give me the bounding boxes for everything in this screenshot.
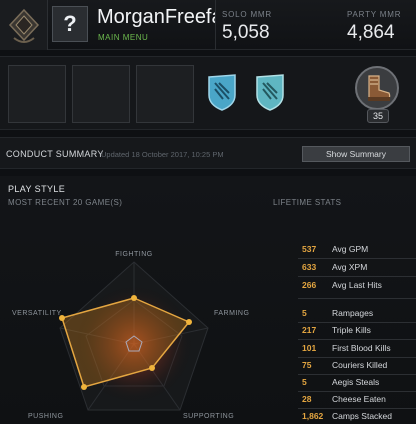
hero-slot-3[interactable] <box>136 65 194 123</box>
radar-point-fighting <box>131 295 137 301</box>
stat-row: 633 Avg XPM <box>296 262 416 275</box>
stat-divider <box>298 408 416 409</box>
party-mmr-value: 4,864 <box>347 22 395 43</box>
stat-divider <box>298 339 416 340</box>
stat-row: 101 First Blood Kills <box>296 343 416 356</box>
main-menu-link[interactable]: MAIN MENU <box>98 33 148 42</box>
stat-value: 75 <box>302 360 312 370</box>
stat-divider <box>298 276 416 277</box>
stat-divider <box>298 391 416 392</box>
shield-icon[interactable] <box>206 73 238 111</box>
stat-value: 217 <box>302 325 317 335</box>
conduct-updated-timestamp: Updated 18 October 2017, 10:25 PM <box>101 150 224 159</box>
radar-axis-supporting: SUPPORTING <box>183 413 234 420</box>
conduct-summary-bar: CONDUCT SUMMARY Updated 18 October 2017,… <box>0 137 416 169</box>
stat-divider <box>298 357 416 358</box>
hero-slot-2[interactable] <box>72 65 130 123</box>
radar-point-farming <box>186 319 192 325</box>
stat-name: Rampages <box>332 308 374 318</box>
rank-medal-icon[interactable] <box>0 0 48 50</box>
stat-value: 633 <box>302 262 317 272</box>
solo-mmr-value: 5,058 <box>222 22 270 43</box>
radar-point-pushing <box>81 384 87 390</box>
stat-name: Cheese Eaten <box>332 394 386 404</box>
stat-row: 5 Rampages <box>296 308 416 321</box>
player-name[interactable]: MorganFreefa <box>97 6 215 29</box>
stat-name: Aegis Steals <box>332 377 380 387</box>
conduct-summary-title: CONDUCT SUMMARY <box>6 149 104 159</box>
stat-divider <box>298 322 416 323</box>
solo-mmr-block: SOLO MMR 5,058 <box>215 0 327 50</box>
stat-name: Avg GPM <box>332 244 369 254</box>
stat-name: Camps Stacked <box>332 411 392 421</box>
play-style-radar: FIGHTING FARMING SUPPORTING PUSHING VERS… <box>12 251 249 420</box>
stat-divider <box>298 374 416 375</box>
stat-name: Couriers Killed <box>332 360 388 370</box>
party-mmr-block: PARTY MMR 4,864 <box>327 0 416 50</box>
party-mmr-label: PARTY MMR <box>347 10 402 19</box>
avatar[interactable]: ? <box>52 6 88 42</box>
stat-value: 266 <box>302 280 317 290</box>
hero-slot-1[interactable] <box>8 65 66 123</box>
stat-value: 5 <box>302 377 307 387</box>
solo-mmr-label: SOLO MMR <box>222 10 272 19</box>
recent-games-label: MOST RECENT 20 GAME(S) <box>8 198 123 207</box>
shield-icon[interactable] <box>254 73 286 111</box>
stat-row: 217 Triple Kills <box>296 325 416 338</box>
stat-name: Triple Kills <box>332 325 371 335</box>
stat-value: 537 <box>302 244 317 254</box>
radar-point-supporting <box>149 365 155 371</box>
stat-name: Avg XPM <box>332 262 368 272</box>
stat-name: Avg Last Hits <box>332 280 382 290</box>
level-badge: 35 <box>367 109 389 123</box>
stat-name: First Blood Kills <box>332 343 391 353</box>
stat-value: 1,862 <box>302 411 324 421</box>
stat-row: 5 Aegis Steals <box>296 377 416 390</box>
lifetime-stats-label: LIFETIME STATS <box>273 198 342 207</box>
stat-divider <box>298 298 416 299</box>
stat-row: 266 Avg Last Hits <box>296 280 416 293</box>
boots-icon[interactable] <box>355 66 399 110</box>
stat-value: 101 <box>302 343 317 353</box>
stat-row: 1,862 Camps Stacked <box>296 411 416 424</box>
stat-row: 537 Avg GPM <box>296 244 416 257</box>
stat-value: 28 <box>302 394 312 404</box>
radar-axis-fighting: FIGHTING <box>115 251 152 258</box>
stat-row: 28 Cheese Eaten <box>296 394 416 407</box>
stat-value: 5 <box>302 308 307 318</box>
stat-row: 75 Couriers Killed <box>296 360 416 373</box>
stat-divider <box>298 258 416 259</box>
featured-heroes-strip <box>0 56 416 130</box>
radar-axis-farming: FARMING <box>214 310 249 317</box>
radar-axis-pushing: PUSHING <box>28 413 63 420</box>
show-summary-button[interactable]: Show Summary <box>302 146 410 162</box>
play-style-title: PLAY STYLE <box>8 184 66 194</box>
radar-axis-versatility: VERSATILITY <box>12 310 62 317</box>
